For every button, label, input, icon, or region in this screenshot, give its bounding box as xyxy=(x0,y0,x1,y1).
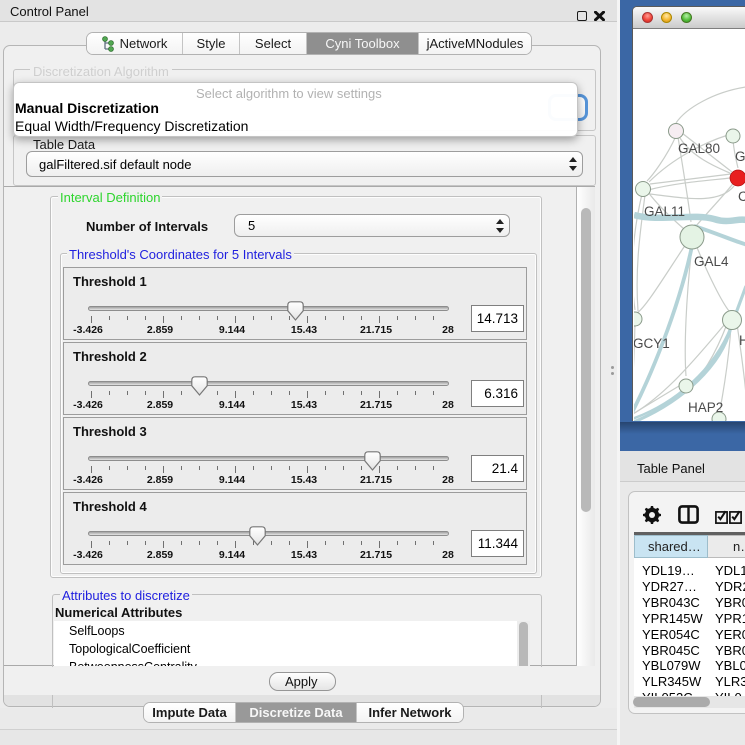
svg-text:H: H xyxy=(739,333,745,348)
svg-text:GAL80: GAL80 xyxy=(678,141,720,156)
svg-text:GAL11: GAL11 xyxy=(644,204,685,219)
svg-text:GAL4: GAL4 xyxy=(694,254,729,269)
svg-text:GA: GA xyxy=(735,149,745,164)
svg-text:GCY1: GCY1 xyxy=(634,336,670,351)
svg-text:HAP2: HAP2 xyxy=(688,400,723,415)
svg-text:C: C xyxy=(738,189,745,204)
